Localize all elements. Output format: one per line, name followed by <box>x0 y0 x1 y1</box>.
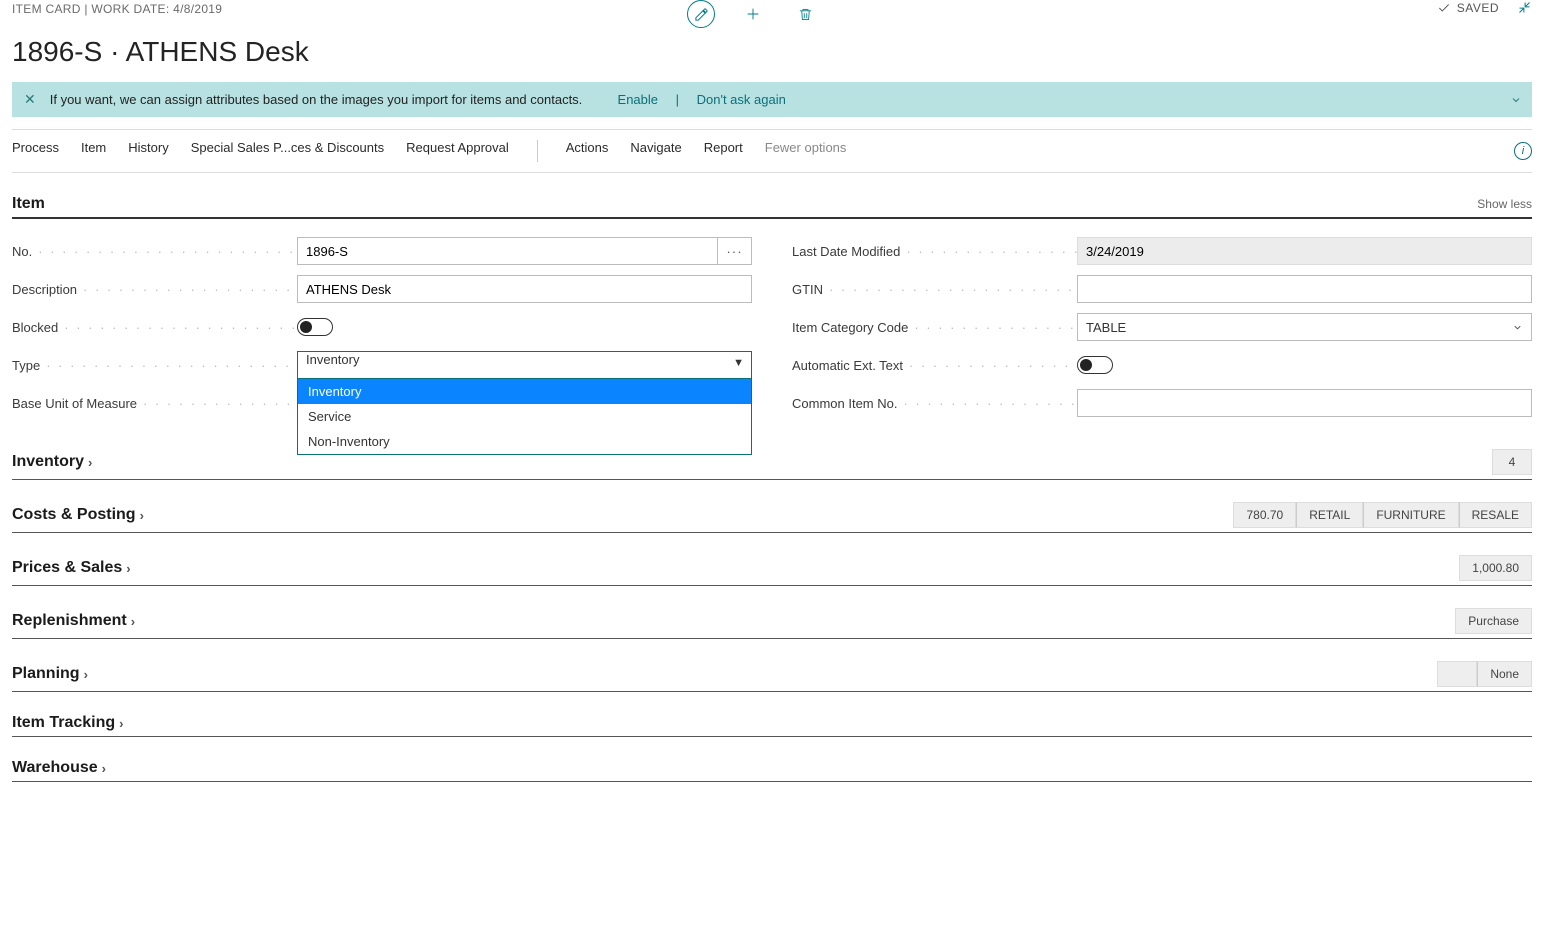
trash-icon <box>798 7 813 22</box>
menu-request-approval[interactable]: Request Approval <box>406 140 509 162</box>
banner-chevron[interactable] <box>1510 94 1522 106</box>
description-label: Description <box>12 282 297 297</box>
section-inventory-title: Inventory <box>12 453 84 471</box>
inventory-badge: 4 <box>1492 449 1532 475</box>
menu-report[interactable]: Report <box>704 140 743 162</box>
edit-button[interactable] <box>687 0 715 28</box>
replenishment-badge: Purchase <box>1455 608 1532 634</box>
new-button[interactable] <box>739 0 767 28</box>
chevron-right-icon: › <box>140 508 144 523</box>
chevron-right-icon: › <box>88 455 92 470</box>
chevron-right-icon: › <box>119 716 123 731</box>
type-dropdown: Inventory Service Non-Inventory <box>297 379 752 455</box>
costs-badge-amount: 780.70 <box>1233 502 1296 528</box>
menu-history[interactable]: History <box>128 140 168 162</box>
type-option-inventory[interactable]: Inventory <box>298 379 751 404</box>
section-costs-title: Costs & Posting <box>12 506 136 524</box>
chevron-down-icon <box>1512 322 1523 333</box>
no-label: No. <box>12 244 297 259</box>
separator: | <box>672 92 683 107</box>
section-costs-header[interactable]: Costs & Posting › <box>12 506 144 524</box>
menu-special-prices[interactable]: Special Sales P...ces & Discounts <box>191 140 384 162</box>
common-no-input[interactable] <box>1077 389 1532 417</box>
chevron-right-icon: › <box>84 667 88 682</box>
section-item-title: Item <box>12 195 45 213</box>
page-title: 1896-S · ATHENS Desk <box>12 36 1532 68</box>
description-input[interactable] <box>297 275 752 303</box>
enable-link[interactable]: Enable <box>618 92 658 107</box>
last-date-label: Last Date Modified <box>792 244 1077 259</box>
section-warehouse-header[interactable]: Warehouse › <box>12 759 106 777</box>
category-label: Item Category Code <box>792 320 1077 335</box>
section-warehouse-title: Warehouse <box>12 759 98 777</box>
auto-ext-toggle[interactable] <box>1077 356 1113 374</box>
menu-process[interactable]: Process <box>12 140 59 162</box>
chevron-right-icon: › <box>131 614 135 629</box>
last-date-field <box>1077 237 1532 265</box>
show-less-link[interactable]: Show less <box>1477 197 1532 211</box>
type-select[interactable]: Inventory <box>297 351 752 379</box>
collapse-icon <box>1517 0 1532 15</box>
prices-badge: 1,000.80 <box>1459 555 1532 581</box>
planning-badge-none: None <box>1477 661 1532 687</box>
section-prices-title: Prices & Sales <box>12 559 122 577</box>
auto-ext-label: Automatic Ext. Text <box>792 358 1077 373</box>
gtin-label: GTIN <box>792 282 1077 297</box>
menu-navigate[interactable]: Navigate <box>630 140 681 162</box>
close-icon[interactable]: ✕ <box>24 91 36 108</box>
type-label: Type <box>12 358 297 373</box>
saved-label: SAVED <box>1457 1 1499 15</box>
no-lookup-button[interactable]: ··· <box>718 237 752 265</box>
planning-badge-blank <box>1437 661 1477 687</box>
section-item-header[interactable]: Item <box>12 195 45 213</box>
collapse-button[interactable] <box>1517 0 1532 15</box>
section-prices-header[interactable]: Prices & Sales › <box>12 559 131 577</box>
category-select[interactable]: TABLE <box>1077 313 1532 341</box>
banner-text: If you want, we can assign attributes ba… <box>50 92 583 107</box>
category-value: TABLE <box>1086 320 1126 335</box>
plus-icon <box>745 6 761 22</box>
saved-status: SAVED <box>1437 1 1499 15</box>
delete-button[interactable] <box>791 0 819 28</box>
pencil-icon <box>694 7 709 22</box>
common-no-label: Common Item No. <box>792 396 1077 411</box>
type-option-noninventory[interactable]: Non-Inventory <box>298 429 751 454</box>
blocked-label: Blocked <box>12 320 297 335</box>
breadcrumb: ITEM CARD | WORK DATE: 4/8/2019 <box>12 0 222 16</box>
buom-label: Base Unit of Measure <box>12 396 297 411</box>
attribute-suggestion-banner: ✕ If you want, we can assign attributes … <box>12 82 1532 117</box>
section-inventory-header[interactable]: Inventory › <box>12 453 92 471</box>
gtin-input[interactable] <box>1077 275 1532 303</box>
type-option-service[interactable]: Service <box>298 404 751 429</box>
section-tracking-header[interactable]: Item Tracking › <box>12 714 124 732</box>
section-tracking-title: Item Tracking <box>12 714 115 732</box>
section-planning-header[interactable]: Planning › <box>12 665 88 683</box>
menu-divider <box>537 140 538 162</box>
menu-item[interactable]: Item <box>81 140 106 162</box>
menu-actions[interactable]: Actions <box>566 140 609 162</box>
costs-badge-resale: RESALE <box>1459 502 1532 528</box>
blocked-toggle[interactable] <box>297 318 333 336</box>
chevron-right-icon: › <box>126 561 130 576</box>
section-planning-title: Planning <box>12 665 80 683</box>
chevron-down-icon <box>1510 94 1522 106</box>
section-replenishment-header[interactable]: Replenishment › <box>12 612 135 630</box>
menu-fewer-options[interactable]: Fewer options <box>765 140 847 162</box>
section-replenishment-title: Replenishment <box>12 612 127 630</box>
costs-badge-furniture: FURNITURE <box>1363 502 1458 528</box>
info-icon[interactable]: i <box>1514 142 1532 160</box>
dont-ask-link[interactable]: Don't ask again <box>697 92 786 107</box>
check-icon <box>1437 1 1451 15</box>
no-input[interactable] <box>297 237 718 265</box>
costs-badge-retail: RETAIL <box>1296 502 1363 528</box>
chevron-right-icon: › <box>102 761 106 776</box>
